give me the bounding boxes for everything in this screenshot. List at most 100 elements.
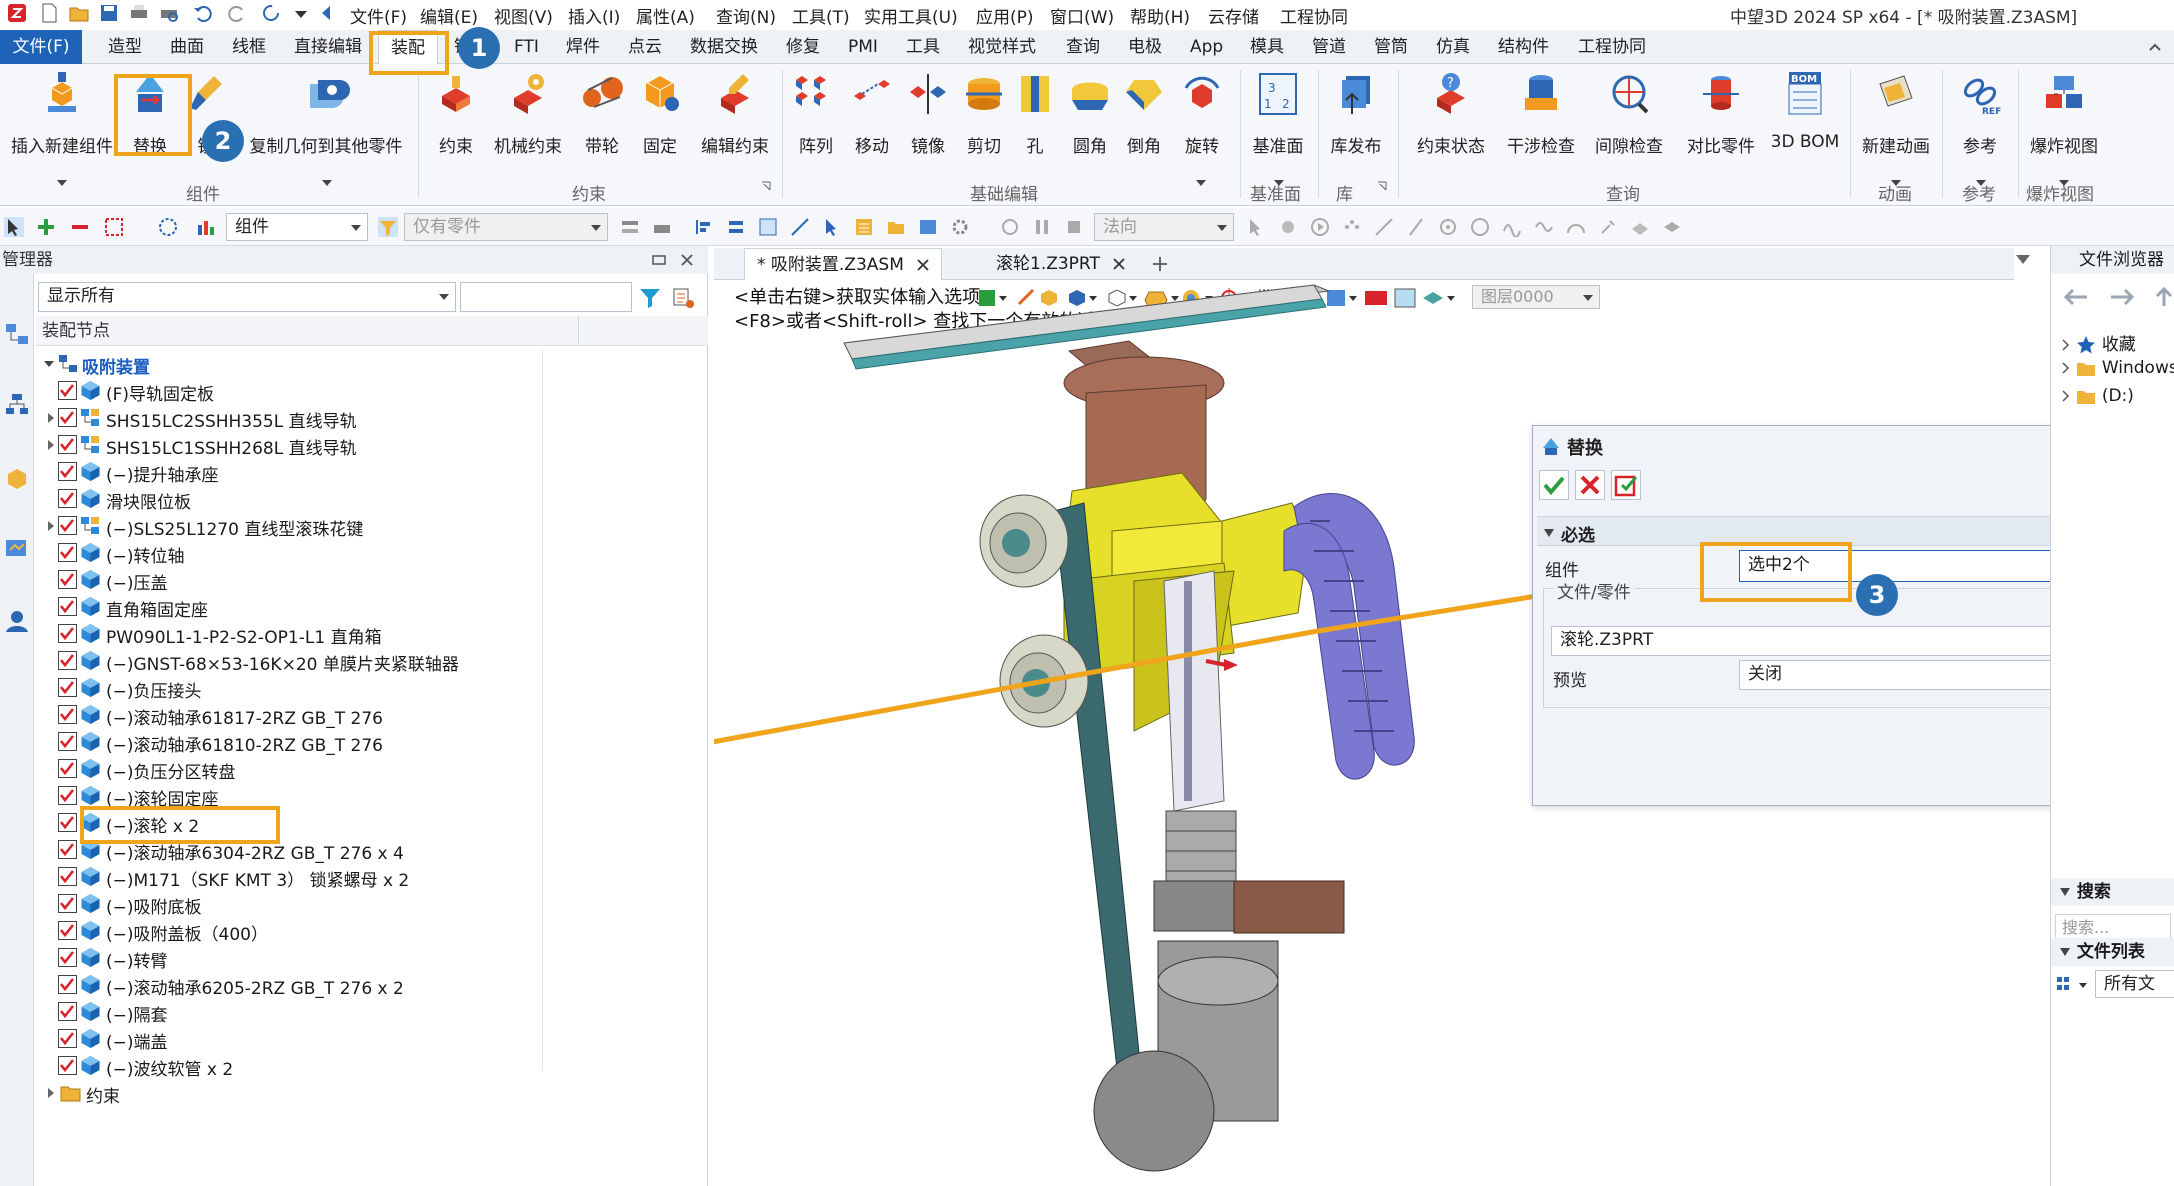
reference-button[interactable]: REF 参考 (1948, 70, 2012, 157)
open-folder-icon[interactable] (68, 2, 90, 24)
direction-select[interactable]: 法向 (1094, 213, 1234, 241)
cursor-icon[interactable] (822, 217, 842, 237)
edit-constraint-button[interactable]: 编辑约束 (690, 70, 780, 157)
back-arrow-icon[interactable] (316, 2, 338, 24)
tab-file[interactable]: 文件(F) (0, 30, 82, 64)
tab-simulation[interactable]: 仿真 (1436, 30, 1470, 64)
favorites-item[interactable]: 收藏 (2061, 330, 2136, 355)
tree-node[interactable]: (−)压盖 (36, 566, 708, 594)
menu-utilities[interactable]: 实用工具(U) (864, 3, 958, 28)
tree-node[interactable]: (−)负压接头 (36, 674, 708, 702)
add-plus-icon[interactable] (36, 217, 56, 237)
tree-node[interactable]: 滑块限位板 (36, 485, 708, 513)
pick-face-icon[interactable] (758, 217, 778, 237)
save-icon[interactable] (98, 2, 120, 24)
tab-structure[interactable]: 结构件 (1498, 30, 1549, 64)
pause-icon[interactable] (1032, 217, 1052, 237)
visibility-checkbox[interactable] (58, 1056, 77, 1075)
panel-pin-icon[interactable] (652, 253, 666, 267)
menu-help[interactable]: 帮助(H) (1130, 3, 1190, 28)
rotate-button[interactable]: 旋转 (1172, 70, 1232, 157)
menu-tools[interactable]: 工具(T) (792, 3, 850, 28)
visibility-checkbox[interactable] (58, 1029, 77, 1048)
array-button[interactable]: 阵列 (790, 70, 842, 157)
tree-node[interactable]: (−)端盖 (36, 1025, 708, 1053)
tab-fti[interactable]: FTI (514, 30, 539, 64)
list-icon[interactable] (854, 217, 874, 237)
expand-toggle-icon[interactable] (48, 413, 54, 423)
tree-node[interactable]: (−)转位轴 (36, 539, 708, 567)
hierarchy-tab-icon[interactable] (4, 392, 30, 418)
slash-icon[interactable] (1406, 217, 1426, 237)
menu-query[interactable]: 查询(N) (716, 3, 776, 28)
tree-settings-icon[interactable] (672, 286, 696, 310)
tab-app[interactable]: App (1190, 30, 1223, 64)
copy-geom-dropdown-icon[interactable] (322, 180, 332, 186)
mirror-button[interactable]: 镜像 (902, 70, 954, 157)
gear-icon[interactable] (950, 217, 970, 237)
pick-edge-icon[interactable] (790, 217, 810, 237)
tree-node[interactable]: 直角箱固定座 (36, 593, 708, 621)
select-arrow-icon[interactable] (4, 217, 24, 237)
tree-node[interactable]: (−)M171（SKF KMT 3） 锁紧螺母 x 2 (36, 863, 708, 891)
distribute-icon[interactable] (726, 217, 746, 237)
shapes-icon[interactable] (1630, 217, 1650, 237)
close-tab-icon[interactable] (917, 259, 929, 271)
lasso-select-icon[interactable] (158, 217, 178, 237)
tab-pmi[interactable]: PMI (848, 30, 878, 64)
visibility-checkbox[interactable] (58, 813, 77, 832)
print-preview-icon[interactable] (158, 2, 180, 24)
panel-close-icon[interactable] (680, 253, 694, 267)
visibility-checkbox[interactable] (58, 867, 77, 886)
menu-cloud-storage[interactable]: 云存储 (1208, 3, 1259, 28)
arc-icon[interactable] (1566, 217, 1586, 237)
tree-node[interactable]: (−)转臂 (36, 944, 708, 972)
datum-plane-button[interactable]: 312 基准面 (1246, 70, 1310, 157)
expand-chevron-icon[interactable] (2061, 389, 2071, 403)
doc-tab-assembly[interactable]: * 吸附装置.Z3ASM (744, 248, 943, 280)
collapse-icon[interactable] (2059, 947, 2071, 957)
browser-up-icon[interactable] (2153, 286, 2174, 308)
stop-icon[interactable] (1064, 217, 1084, 237)
circle-point-icon[interactable] (1438, 217, 1458, 237)
expand-chevron-icon[interactable] (2061, 361, 2071, 375)
tab-repair[interactable]: 修复 (786, 30, 820, 64)
visibility-checkbox[interactable] (58, 759, 77, 778)
tab-modeling[interactable]: 造型 (108, 30, 142, 64)
redo-icon[interactable] (226, 2, 248, 24)
tree-node[interactable]: (−)隔套 (36, 998, 708, 1026)
insert-dropdown-icon[interactable] (57, 180, 67, 186)
tab-visual-style[interactable]: 视觉样式 (968, 30, 1036, 64)
menu-attribute[interactable]: 属性(A) (636, 3, 695, 28)
play-icon[interactable] (1310, 217, 1330, 237)
assembly-tree-tab-icon[interactable] (4, 322, 30, 348)
compare-parts-button[interactable]: 对比零件 (1680, 70, 1762, 157)
visibility-checkbox[interactable] (58, 948, 77, 967)
tab-query[interactable]: 查询 (1066, 30, 1100, 64)
dialog-ok-button[interactable] (1539, 470, 1569, 500)
section-collapse-icon[interactable] (1543, 528, 1555, 538)
line-icon[interactable] (1374, 217, 1394, 237)
tree-node[interactable]: (F)导轨固定板 (36, 377, 708, 405)
expand-toggle-icon[interactable] (48, 440, 54, 450)
snap-icon[interactable] (1278, 217, 1298, 237)
quick-access-dropdown-icon[interactable] (290, 2, 312, 24)
visibility-checkbox[interactable] (58, 489, 77, 508)
close-tab-icon[interactable] (1113, 258, 1125, 270)
library-launcher-icon[interactable] (1376, 180, 1388, 192)
menu-view[interactable]: 视图(V) (494, 3, 553, 28)
refresh-icon[interactable] (260, 2, 282, 24)
visibility-checkbox[interactable] (58, 516, 77, 535)
dialog-apply-button[interactable] (1611, 470, 1641, 500)
visibility-checkbox[interactable] (58, 786, 77, 805)
probe-icon[interactable] (1598, 217, 1618, 237)
tree-node[interactable]: SHS15LC2SSHH355L 直线导轨 (36, 404, 708, 432)
expand-toggle-icon[interactable] (48, 521, 54, 531)
tab-direct-edit[interactable]: 直接编辑 (294, 30, 362, 64)
tree-node[interactable]: (−)提升轴承座 (36, 458, 708, 486)
visibility-checkbox[interactable] (58, 651, 77, 670)
expand-toggle-icon[interactable] (44, 361, 54, 367)
visibility-checkbox[interactable] (58, 975, 77, 994)
new-animation-button[interactable]: 新建动画 (1856, 70, 1936, 157)
collapse-icon[interactable] (2059, 887, 2071, 897)
